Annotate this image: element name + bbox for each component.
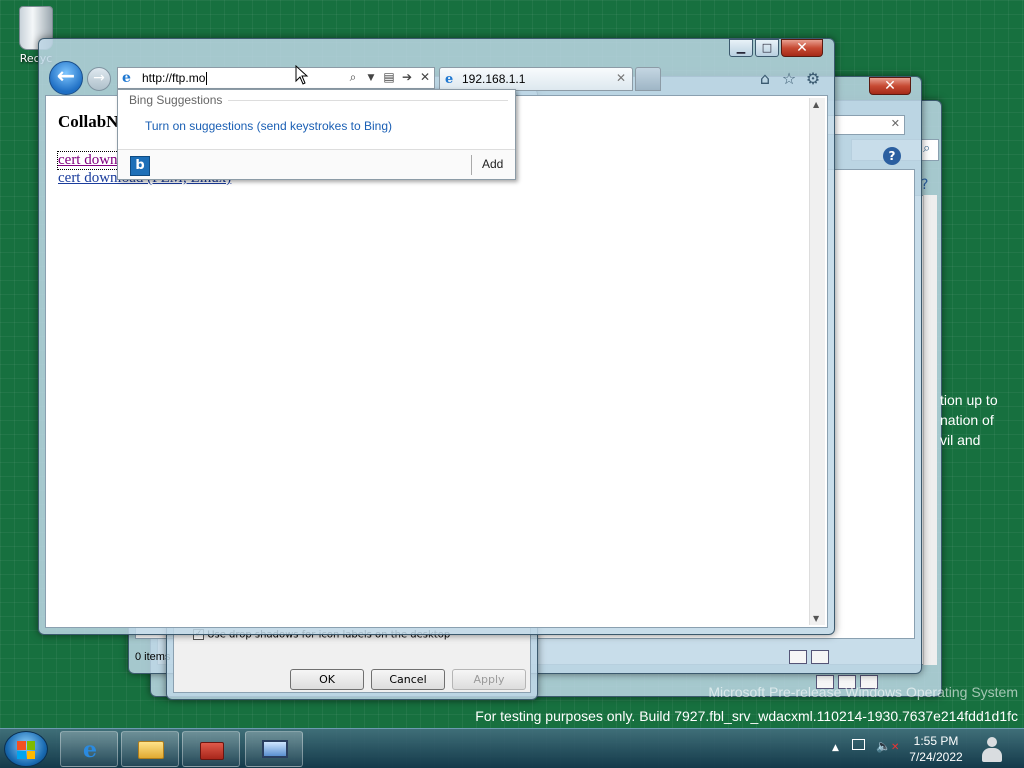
show-hidden-icons-icon[interactable]: ▲ (832, 743, 839, 753)
taskbar-control-panel[interactable] (245, 731, 303, 767)
cancel-button[interactable]: Cancel (371, 669, 445, 690)
internet-explorer-icon: e (83, 737, 97, 763)
tab-close-icon[interactable]: ✕ (616, 71, 626, 85)
view-list-icon[interactable] (789, 650, 807, 664)
header-divider (228, 100, 508, 101)
back-button[interactable]: ← (49, 61, 83, 95)
mouse-cursor-icon (295, 65, 309, 85)
close-button[interactable]: ✕ (869, 77, 911, 95)
help-icon[interactable]: ? (883, 147, 901, 165)
apply-button[interactable]: Apply (452, 669, 526, 690)
start-button[interactable] (4, 731, 48, 767)
bing-suggestions-dropdown[interactable]: Bing Suggestions Turn on suggestions (se… (117, 89, 516, 180)
taskbar-toolbox-app[interactable] (182, 731, 240, 767)
clock-date: 7/24/2022 (909, 750, 963, 764)
compatibility-view-icon[interactable]: ▤ (382, 70, 396, 84)
ie-page-icon: e (122, 70, 131, 86)
ie-page-icon: e (445, 72, 454, 87)
favorites-star-icon[interactable]: ☆ (779, 69, 799, 89)
search-icon: ⌕ (923, 141, 931, 156)
cert-download-link[interactable]: cert down (57, 151, 119, 170)
clock-time: 1:55 PM (913, 734, 959, 748)
close-button[interactable]: ✕ (781, 39, 823, 57)
side-text-line: vil and (940, 432, 981, 448)
address-bar[interactable]: e http://ftp.mo ⌕ ▼ ▤ ➔ ✕ (117, 67, 435, 89)
address-input[interactable]: http://ftp.mo (142, 71, 208, 86)
new-tab-button[interactable] (635, 67, 661, 91)
text-caret (206, 72, 208, 86)
view-large-icon[interactable] (811, 650, 829, 664)
tab-title: 192.168.1.1 (462, 72, 526, 86)
explorer-scrollbar[interactable] (923, 195, 937, 665)
tools-gear-icon[interactable]: ⚙ (803, 69, 823, 89)
go-arrow-icon[interactable]: ➔ (400, 70, 414, 84)
side-text-line: tion up to (940, 392, 998, 408)
view-buttons[interactable] (789, 650, 833, 666)
bing-logo-icon[interactable]: b (130, 156, 150, 176)
turn-on-suggestions-link[interactable]: Turn on suggestions (send keystrokes to … (145, 119, 392, 133)
minimize-button[interactable]: ▁ (729, 39, 753, 57)
stop-icon[interactable]: ✕ (418, 70, 432, 84)
footer-separator (471, 155, 472, 175)
page-heading: CollabN (58, 112, 119, 131)
taskbar: e ▲ 🔈✕ 1:55 PM 7/24/2022 (0, 728, 1024, 768)
folder-icon (136, 736, 166, 764)
taskbar-windows-explorer[interactable] (121, 731, 179, 767)
back-arrow-icon: ← (56, 64, 76, 89)
background-description-text: tion up to nation of vil and (940, 390, 998, 450)
vertical-scrollbar[interactable]: ▲ ▼ (809, 98, 825, 625)
control-panel-monitor-icon (260, 736, 290, 764)
maximize-button[interactable]: □ (755, 39, 779, 57)
taskbar-internet-explorer[interactable]: e (60, 731, 118, 767)
volume-muted-icon[interactable]: 🔈✕ (876, 739, 899, 753)
home-icon[interactable]: ⌂ (755, 69, 775, 89)
forward-arrow-icon: → (93, 70, 105, 86)
dropdown-arrow-icon[interactable]: ▼ (364, 73, 378, 83)
forward-button[interactable]: → (87, 67, 111, 91)
user-account-icon[interactable] (980, 733, 1004, 765)
search-icon[interactable]: ⌕ (346, 70, 360, 85)
add-search-provider-button[interactable]: Add (482, 157, 503, 171)
ok-button[interactable]: OK (290, 669, 364, 690)
watermark-line1: Microsoft Pre-release Windows Operating … (708, 684, 1018, 700)
toolbox-icon (197, 736, 227, 764)
scroll-up-icon[interactable]: ▲ (813, 100, 819, 109)
suggestions-header: Bing Suggestions (129, 93, 223, 107)
windows-logo-icon (17, 741, 35, 759)
scroll-down-icon[interactable]: ▼ (813, 614, 819, 623)
watermark-line2: For testing purposes only. Build 7927.fb… (475, 708, 1018, 724)
clear-icon[interactable]: ✕ (891, 117, 900, 130)
tab-192-168-1-1[interactable]: e 192.168.1.1 ✕ (439, 67, 633, 91)
side-text-line: nation of (940, 412, 994, 428)
system-clock[interactable]: 1:55 PM 7/24/2022 (898, 733, 974, 765)
network-icon[interactable] (852, 739, 865, 753)
suggestions-footer: b Add (118, 149, 515, 179)
help-icon[interactable]: ? (921, 177, 928, 193)
